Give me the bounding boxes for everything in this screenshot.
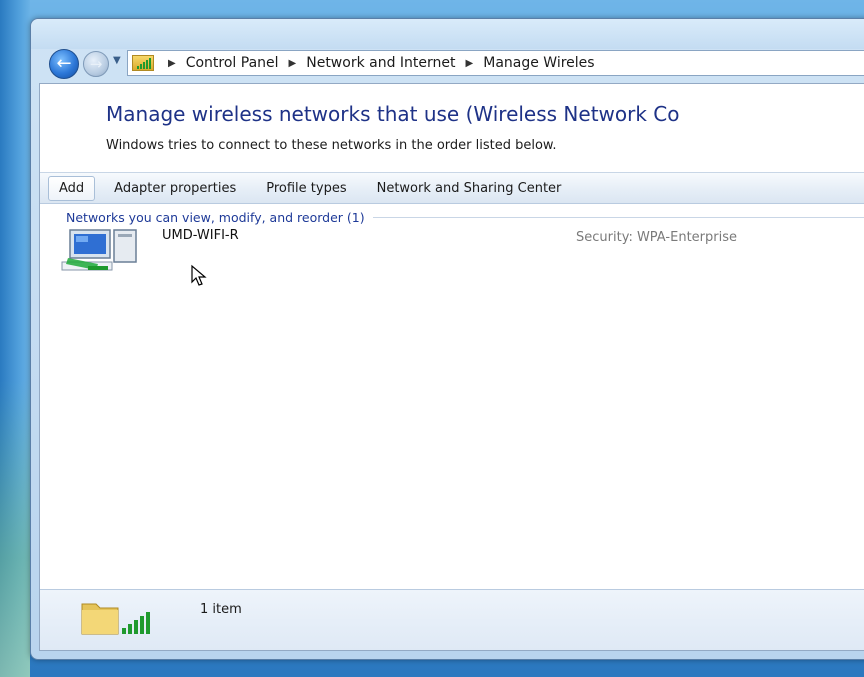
breadcrumb-control-panel[interactable]: Control Panel bbox=[186, 55, 279, 71]
title-bar[interactable] bbox=[31, 19, 864, 49]
network-list-item[interactable]: UMD-WIFI-R Security: WPA-Enterprise bbox=[58, 226, 864, 280]
content-pane: Manage wireless networks that use (Wirel… bbox=[39, 83, 864, 651]
back-arrow-icon: ← bbox=[56, 53, 72, 74]
group-header-label: Networks you can view, modify, and reord… bbox=[66, 210, 365, 225]
page-description: Windows tries to connect to these networ… bbox=[106, 138, 557, 153]
add-button[interactable]: Add bbox=[48, 175, 96, 201]
mouse-pointer-icon bbox=[191, 264, 207, 286]
breadcrumb-separator-icon[interactable]: ▶ bbox=[466, 58, 474, 69]
breadcrumb-separator-icon[interactable]: ▶ bbox=[168, 58, 176, 69]
network-group-header[interactable]: Networks you can view, modify, and reord… bbox=[66, 210, 864, 225]
breadcrumb-separator-icon[interactable]: ▶ bbox=[289, 58, 297, 69]
recent-pages-dropdown[interactable]: ▼ bbox=[113, 55, 121, 66]
address-bar[interactable]: ▶ Control Panel ▶ Network and Internet ▶… bbox=[127, 50, 864, 76]
page-title: Manage wireless networks that use (Wirel… bbox=[106, 102, 680, 126]
wireless-network-folder-icon bbox=[132, 55, 154, 71]
network-security: Security: WPA-Enterprise bbox=[576, 230, 737, 245]
navigation-bar: ← → ▼ ▶ Control Panel ▶ Network and Inte… bbox=[39, 47, 864, 81]
profile-types-button[interactable]: Profile types bbox=[255, 176, 357, 201]
item-count: 1 item bbox=[200, 602, 242, 617]
chevron-down-icon: ▼ bbox=[113, 55, 121, 66]
network-name: UMD-WIFI-R bbox=[162, 228, 239, 243]
explorer-window: ← → ▼ ▶ Control Panel ▶ Network and Inte… bbox=[30, 18, 864, 660]
status-bar: 1 item bbox=[40, 589, 864, 650]
command-bar: Add Adapter properties Profile types Net… bbox=[40, 172, 864, 204]
forward-arrow-icon: → bbox=[89, 55, 103, 73]
wireless-folder-icon bbox=[81, 603, 150, 635]
adapter-properties-button[interactable]: Adapter properties bbox=[103, 176, 247, 201]
forward-button[interactable]: → bbox=[83, 51, 109, 77]
desktop-background bbox=[0, 0, 30, 677]
breadcrumb-network-and-internet[interactable]: Network and Internet bbox=[306, 55, 455, 71]
network-and-sharing-center-button[interactable]: Network and Sharing Center bbox=[366, 176, 573, 201]
group-divider bbox=[372, 217, 864, 218]
wireless-computer-icon bbox=[61, 229, 137, 271]
back-button[interactable]: ← bbox=[49, 49, 79, 79]
breadcrumb-manage-wireless[interactable]: Manage Wireles bbox=[483, 55, 594, 71]
